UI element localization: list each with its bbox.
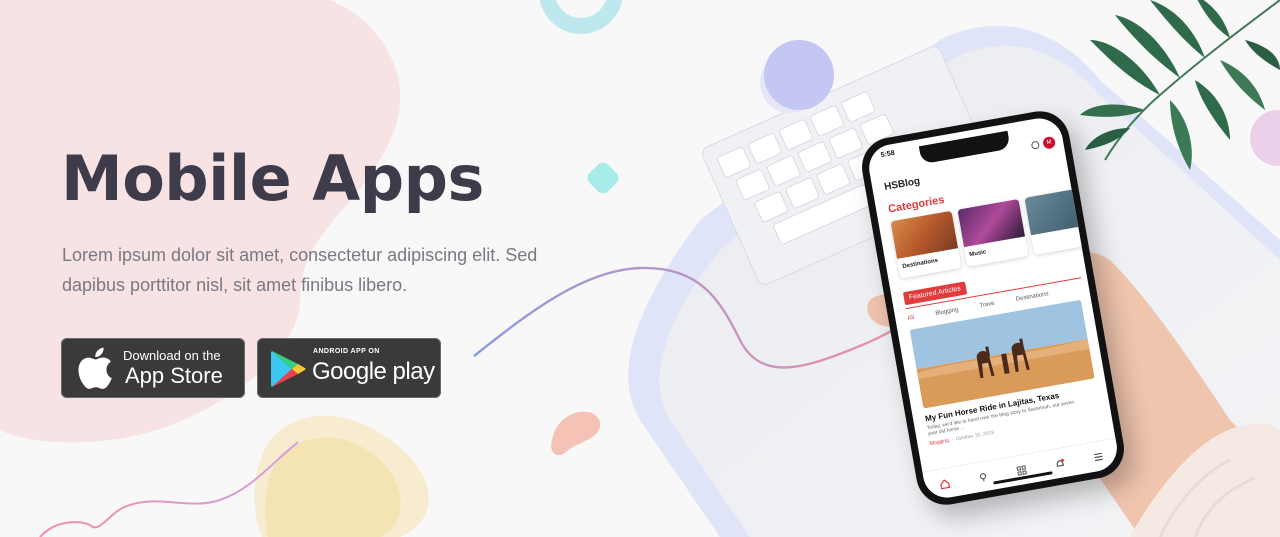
app-store-large-text: App Store (125, 363, 223, 388)
google-play-large-text: Google play (312, 358, 435, 385)
tab-blogging[interactable]: Blogging (935, 307, 959, 317)
tab-featured-articles[interactable]: Featured Articles (902, 281, 967, 306)
menu-icon[interactable] (1091, 448, 1107, 464)
tab-trave[interactable]: Trave (979, 301, 995, 310)
tab-destinations[interactable]: Destinations (1015, 291, 1049, 303)
app-logo: HSBlog (883, 175, 921, 193)
category-card[interactable]: Music (957, 198, 1029, 267)
status-time: 5:58 (880, 149, 896, 160)
google-play-icon (269, 350, 307, 393)
google-play-button[interactable]: ANDROID APP ON Google play (257, 338, 441, 398)
search-icon[interactable] (1030, 140, 1041, 150)
app-store-small-text: Download on the (123, 348, 221, 363)
tab-all[interactable]: All (907, 315, 915, 322)
phone-notch (918, 130, 1011, 165)
location-icon[interactable] (975, 469, 991, 485)
article-date: October 15, 2019 (955, 429, 995, 443)
page-title: Mobile Apps (61, 142, 484, 215)
article-tag[interactable]: Blogging (929, 438, 949, 447)
google-play-small-text: ANDROID APP ON (313, 348, 380, 355)
hero-description: Lorem ipsum dolor sit amet, consectetur … (62, 245, 538, 295)
home-icon[interactable] (936, 476, 952, 492)
app-store-button[interactable]: Download on the App Store (61, 338, 245, 398)
category-card[interactable]: Destinations (890, 210, 962, 279)
bell-icon[interactable] (1052, 455, 1068, 471)
avatar[interactable]: M (1042, 135, 1057, 150)
apple-icon (73, 345, 115, 396)
